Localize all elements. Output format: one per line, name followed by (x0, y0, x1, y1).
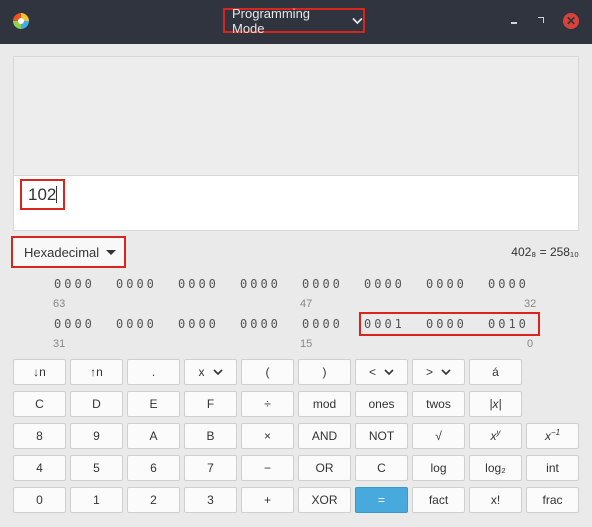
bit-index-label: 32 (524, 298, 537, 310)
multiply-button[interactable]: × (241, 423, 294, 449)
chevron-down-icon (441, 369, 451, 376)
digit-4-button[interactable]: 4 (13, 455, 66, 481)
bit-nibble[interactable]: 0000 (302, 317, 343, 331)
bit-index-label: 0 (527, 338, 534, 350)
shift-left-dropdown-button[interactable]: < (355, 359, 408, 385)
chevron-down-icon (352, 17, 363, 24)
and-button[interactable]: AND (298, 423, 351, 449)
shift-right-button[interactable]: ↓n (13, 359, 66, 385)
hex-c-button[interactable]: C (13, 391, 66, 417)
highlighted-bits-box (359, 312, 540, 336)
fractional-part-button[interactable]: frac (526, 487, 579, 513)
ones-complement-button[interactable]: ones (355, 391, 408, 417)
title-bar: Programming Mode ✕ (0, 0, 592, 44)
text-cursor (56, 186, 58, 203)
bit-index-label: 15 (300, 338, 313, 350)
xor-button[interactable]: XOR (298, 487, 351, 513)
history-display (13, 56, 579, 175)
bit-index-label: 63 (53, 298, 66, 310)
bit-nibble[interactable]: 0000 (364, 277, 405, 291)
bit-nibble[interactable]: 0000 (240, 277, 281, 291)
open-paren-button[interactable]: ( (241, 359, 294, 385)
bit-index-label: 47 (300, 298, 313, 310)
divide-button[interactable]: ÷ (241, 391, 294, 417)
hex-a-button[interactable]: A (127, 423, 180, 449)
inverse-button[interactable]: x−1 (526, 423, 579, 449)
bit-nibble[interactable]: 0000 (488, 277, 529, 291)
hex-b-button[interactable]: B (184, 423, 237, 449)
integer-part-button[interactable]: int (526, 455, 579, 481)
power-button[interactable]: xy (469, 423, 522, 449)
mode-menu-button[interactable]: Programming Mode (223, 5, 365, 36)
factorize-button[interactable]: fact (412, 487, 465, 513)
digit-6-button[interactable]: 6 (127, 455, 180, 481)
decimal-point-button[interactable]: . (127, 359, 180, 385)
digit-2-button[interactable]: 2 (127, 487, 180, 513)
character-button[interactable]: á (469, 359, 522, 385)
entry-value: 102 (28, 185, 57, 204)
or-button[interactable]: OR (298, 455, 351, 481)
close-button[interactable]: ✕ (563, 13, 579, 29)
bit-nibble[interactable]: 0000 (116, 277, 157, 291)
clear-button[interactable]: C (355, 455, 408, 481)
bit-nibble[interactable]: 0000 (426, 277, 467, 291)
hex-e-button[interactable]: E (127, 391, 180, 417)
hex-d-button[interactable]: D (70, 391, 123, 417)
digit-8-button[interactable]: 8 (13, 423, 66, 449)
bit-nibble[interactable]: 0000 (178, 317, 219, 331)
shift-right-dropdown-button[interactable]: > (412, 359, 465, 385)
mode-label: Programming Mode (232, 5, 311, 36)
base-conversion-readout: 402₈ = 258₁₀ (511, 245, 579, 259)
digit-7-button[interactable]: 7 (184, 455, 237, 481)
square-root-button[interactable]: √ (412, 423, 465, 449)
shift-left-button[interactable]: ↑n (70, 359, 123, 385)
bit-index-label: 31 (53, 338, 66, 350)
inverse-label: x−1 (544, 428, 561, 444)
log-button[interactable]: log (412, 455, 465, 481)
equals-button[interactable]: = (355, 487, 408, 513)
log2-button[interactable]: log₂ (469, 455, 522, 481)
bit-nibble[interactable]: 0000 (302, 277, 343, 291)
digit-1-button[interactable]: 1 (70, 487, 123, 513)
maximize-button[interactable] (533, 13, 549, 29)
hex-f-button[interactable]: F (184, 391, 237, 417)
bits-row-high: 0000 0000 0000 0000 0000 0000 0000 0000 (54, 277, 544, 293)
digit-0-button[interactable]: 0 (13, 487, 66, 513)
chevron-down-icon (384, 369, 394, 376)
entry-display[interactable]: 102 (13, 175, 579, 231)
app-icon (13, 13, 29, 29)
base-selected-label: Hexadecimal (24, 244, 100, 260)
entry-value-box[interactable]: 102 (20, 179, 65, 210)
close-paren-button[interactable]: ) (298, 359, 351, 385)
factorial-button[interactable]: x! (469, 487, 522, 513)
not-button[interactable]: NOT (355, 423, 408, 449)
bit-nibble[interactable]: 0000 (240, 317, 281, 331)
digit-3-button[interactable]: 3 (184, 487, 237, 513)
absolute-value-button[interactable]: |x| (469, 391, 522, 417)
chevron-down-icon (212, 369, 223, 376)
bit-nibble[interactable]: 0000 (116, 317, 157, 331)
power-label: xy (490, 428, 501, 444)
digit-9-button[interactable]: 9 (70, 423, 123, 449)
bit-nibble[interactable]: 0000 (54, 317, 95, 331)
bit-nibble[interactable]: 0000 (178, 277, 219, 291)
twos-complement-button[interactable]: twos (412, 391, 465, 417)
mod-button[interactable]: mod (298, 391, 351, 417)
bit-nibble[interactable]: 0000 (54, 277, 95, 291)
variable-x-dropdown-button[interactable]: x (184, 359, 237, 385)
minimize-button[interactable] (506, 13, 522, 29)
add-button[interactable]: + (241, 487, 294, 513)
subtract-button[interactable]: − (241, 455, 294, 481)
digit-5-button[interactable]: 5 (70, 455, 123, 481)
number-base-dropdown[interactable]: Hexadecimal (11, 236, 126, 268)
caret-down-icon (106, 249, 117, 255)
